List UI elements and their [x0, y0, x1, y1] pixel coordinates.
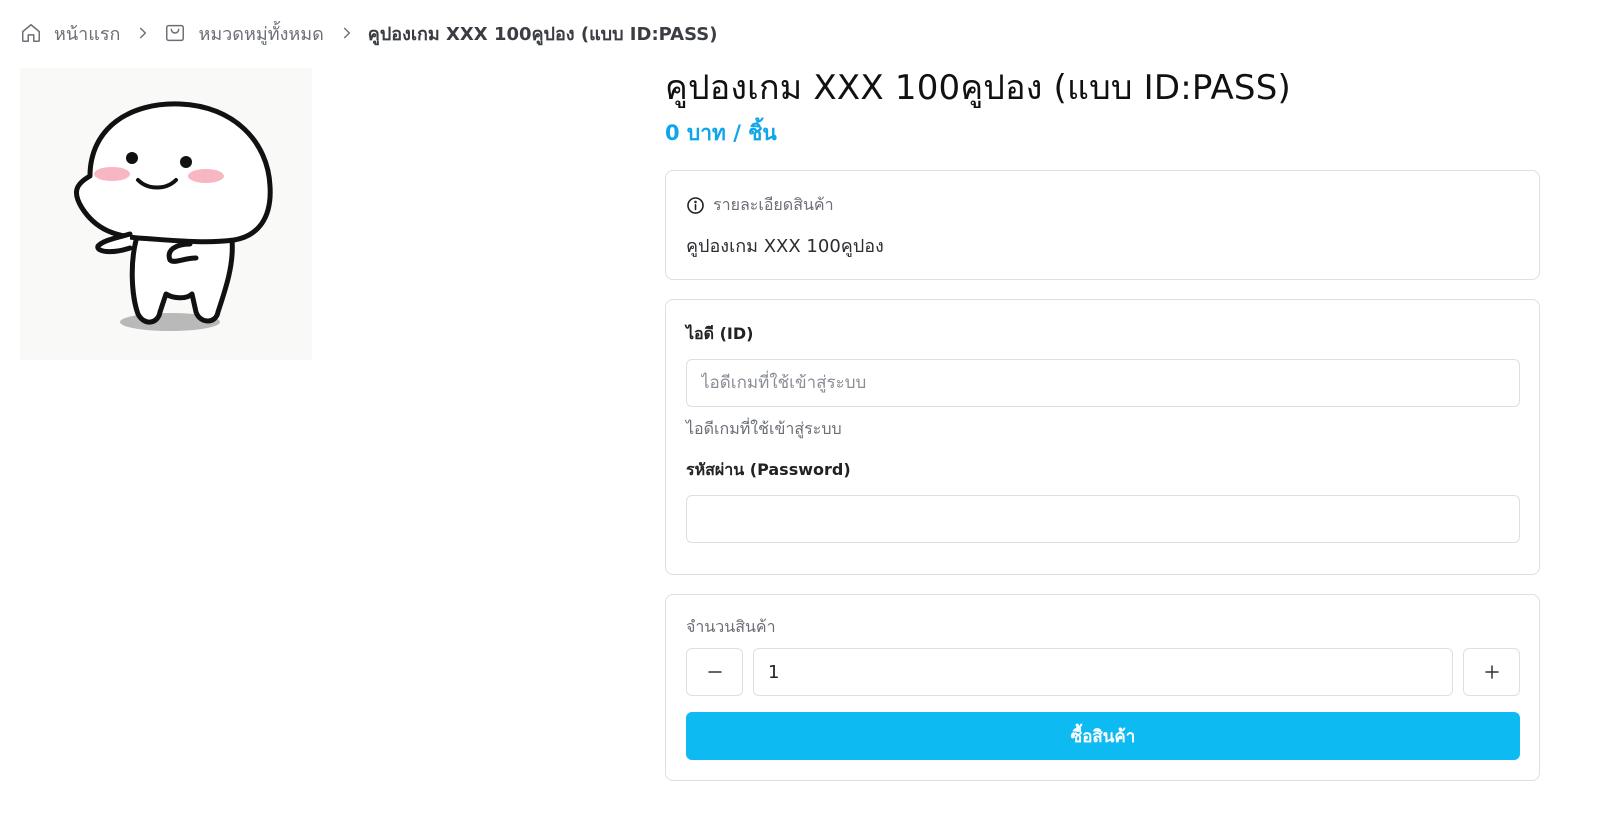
breadcrumb-categories-label: หมวดหมู่ทั้งหมด	[198, 23, 324, 45]
info-icon	[687, 197, 704, 214]
plus-icon	[1484, 665, 1499, 679]
id-input[interactable]	[686, 359, 1520, 407]
home-icon	[22, 24, 40, 42]
id-help-text: ไอดีเกมที่ใช้เข้าสู่ระบบ	[686, 419, 842, 438]
shopping-bag-icon	[166, 24, 185, 42]
password-input[interactable]	[686, 495, 1520, 543]
breadcrumb-home-label: หน้าแรก	[54, 23, 121, 45]
page-title: คูปองเกม XXX 100คูปอง (แบบ ID:PASS)	[665, 68, 1291, 108]
password-label: รหัสผ่าน (Password)	[686, 460, 851, 479]
breadcrumb-home[interactable]: หน้าแรก	[20, 19, 120, 48]
product-image	[20, 68, 312, 360]
decrease-quantity-button[interactable]	[686, 648, 743, 696]
breadcrumb-categories[interactable]: หมวดหมู่ทั้งหมด	[164, 19, 324, 48]
increase-quantity-button[interactable]	[1463, 648, 1520, 696]
mascot-illustration	[73, 101, 273, 331]
description-heading: รายละเอียดสินค้า	[686, 193, 834, 218]
product-price: 0 บาท / ชิ้น	[665, 121, 777, 145]
buy-button[interactable]: ซื้อสินค้า	[686, 712, 1520, 760]
chevron-right-icon	[136, 26, 150, 40]
description-card: รายละเอียดสินค้า คูปองเกม XXX 100คูปอง	[665, 170, 1540, 280]
quantity-input[interactable]	[753, 648, 1453, 696]
breadcrumb: หน้าแรก หมวดหมู่ทั้งหมด คูปองเกม XXX 100…	[20, 18, 717, 48]
chevron-right-icon	[340, 26, 354, 40]
product-details: คูปองเกม XXX 100คูปอง (แบบ ID:PASS) 0 บา…	[665, 62, 1540, 781]
minus-icon	[707, 671, 722, 673]
description-heading-label: รายละเอียดสินค้า	[713, 195, 834, 214]
breadcrumb-current: คูปองเกม XXX 100คูปอง (แบบ ID:PASS)	[367, 23, 718, 45]
description-text: คูปองเกม XXX 100คูปอง	[686, 236, 884, 257]
quantity-card: จำนวนสินค้า ซื้อสินค้า	[665, 594, 1540, 781]
quantity-label: จำนวนสินค้า	[686, 617, 776, 636]
account-form-card: ไอดี (ID) ไอดีเกมที่ใช้เข้าสู่ระบบ รหัสผ…	[665, 299, 1540, 575]
id-label: ไอดี (ID)	[686, 324, 754, 343]
